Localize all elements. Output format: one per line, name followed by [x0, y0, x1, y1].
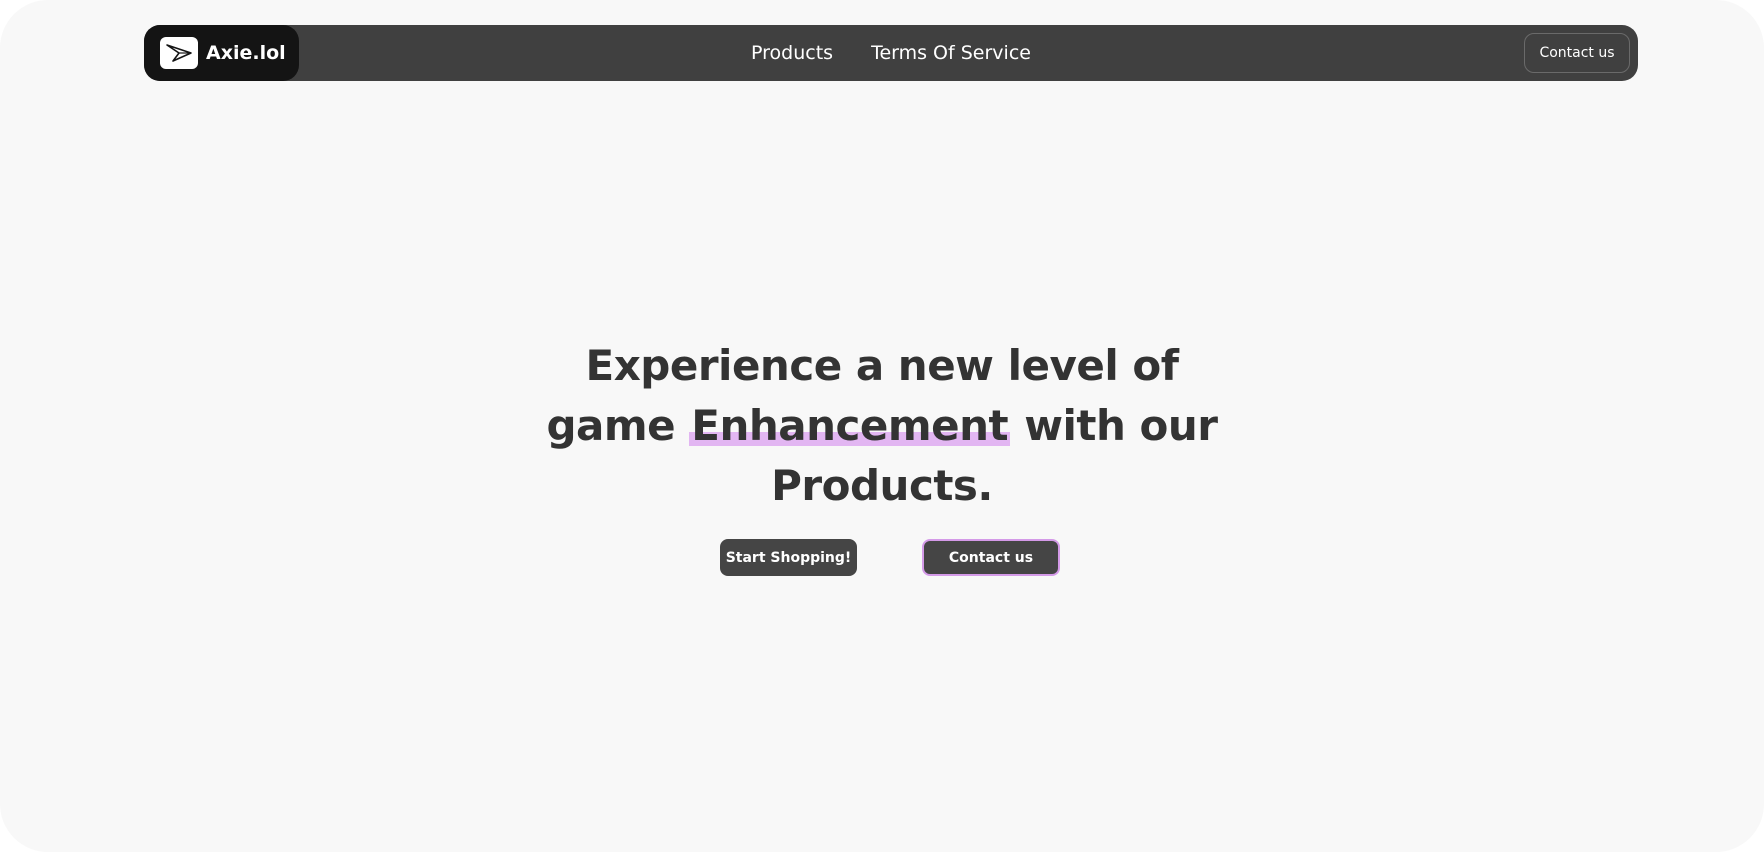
start-shopping-button[interactable]: Start Shopping!	[720, 539, 857, 576]
paper-plane-icon	[160, 37, 198, 69]
nav-links: Products Terms Of Service	[144, 25, 1638, 81]
hero-contact-button[interactable]: Contact us	[922, 539, 1060, 576]
hero-title: Experience a new level of game Enhanceme…	[532, 336, 1232, 516]
brand-logo-link[interactable]: Axie.lol	[144, 25, 299, 81]
top-navbar: Axie.lol Products Terms Of Service Conta…	[144, 25, 1638, 81]
nav-link-products[interactable]: Products	[751, 42, 833, 64]
navbar-contact-button[interactable]: Contact us	[1524, 33, 1630, 73]
brand-name: Axie.lol	[206, 42, 286, 64]
page: Axie.lol Products Terms Of Service Conta…	[0, 0, 1764, 852]
nav-link-terms-of-service[interactable]: Terms Of Service	[871, 42, 1031, 64]
hero-title-highlight: Enhancement	[689, 401, 1011, 450]
